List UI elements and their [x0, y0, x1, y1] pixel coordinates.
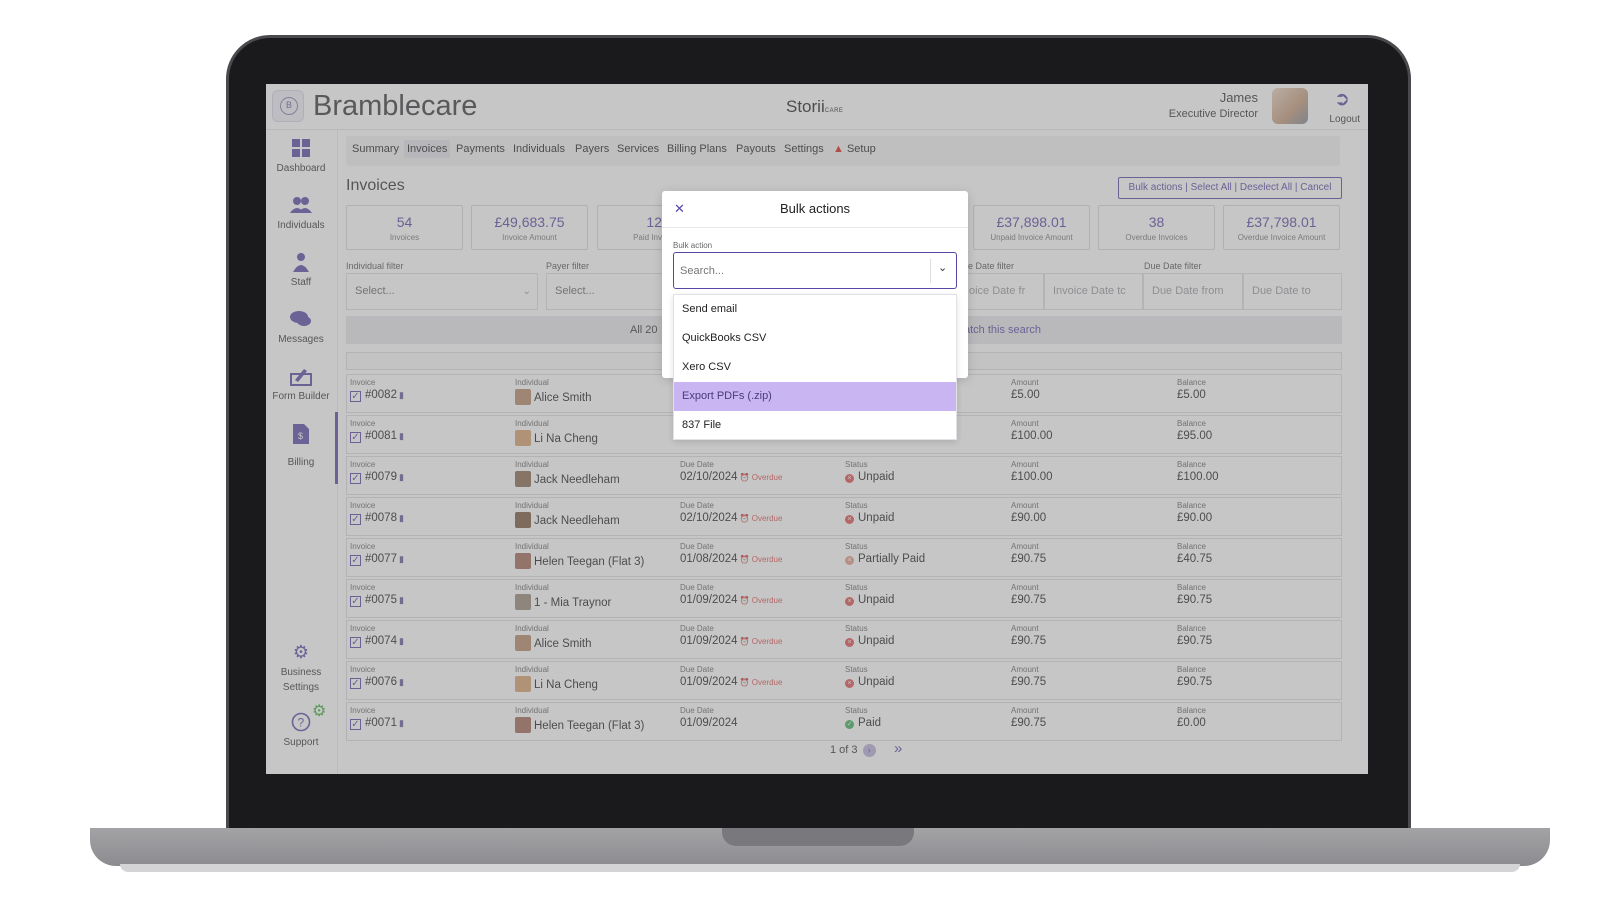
bulk-action-search-input[interactable]: [680, 262, 920, 280]
chevron-down-icon[interactable]: ⌄: [938, 261, 947, 274]
option-quickbooks-csv[interactable]: QuickBooks CSV: [674, 324, 956, 353]
bulk-action-options-menu: Send email QuickBooks CSV Xero CSV Expor…: [673, 294, 957, 440]
modal-title: Bulk actions: [779, 201, 851, 216]
bulk-action-label: Bulk action: [673, 241, 713, 250]
app-screen: B Bramblecare StoriiCARE James Executive…: [266, 84, 1368, 774]
option-send-email[interactable]: Send email: [674, 295, 956, 324]
laptop-notch: [722, 828, 914, 846]
laptop-shadow: [120, 864, 1520, 872]
option-xero-csv[interactable]: Xero CSV: [674, 353, 956, 382]
select-separator: [930, 259, 931, 283]
option-export-pdfs[interactable]: Export PDFs (.zip): [674, 382, 956, 411]
option-837-file[interactable]: 837 File: [674, 411, 956, 440]
bulk-action-select[interactable]: ⌄: [673, 252, 957, 289]
modal-divider: [662, 227, 968, 228]
